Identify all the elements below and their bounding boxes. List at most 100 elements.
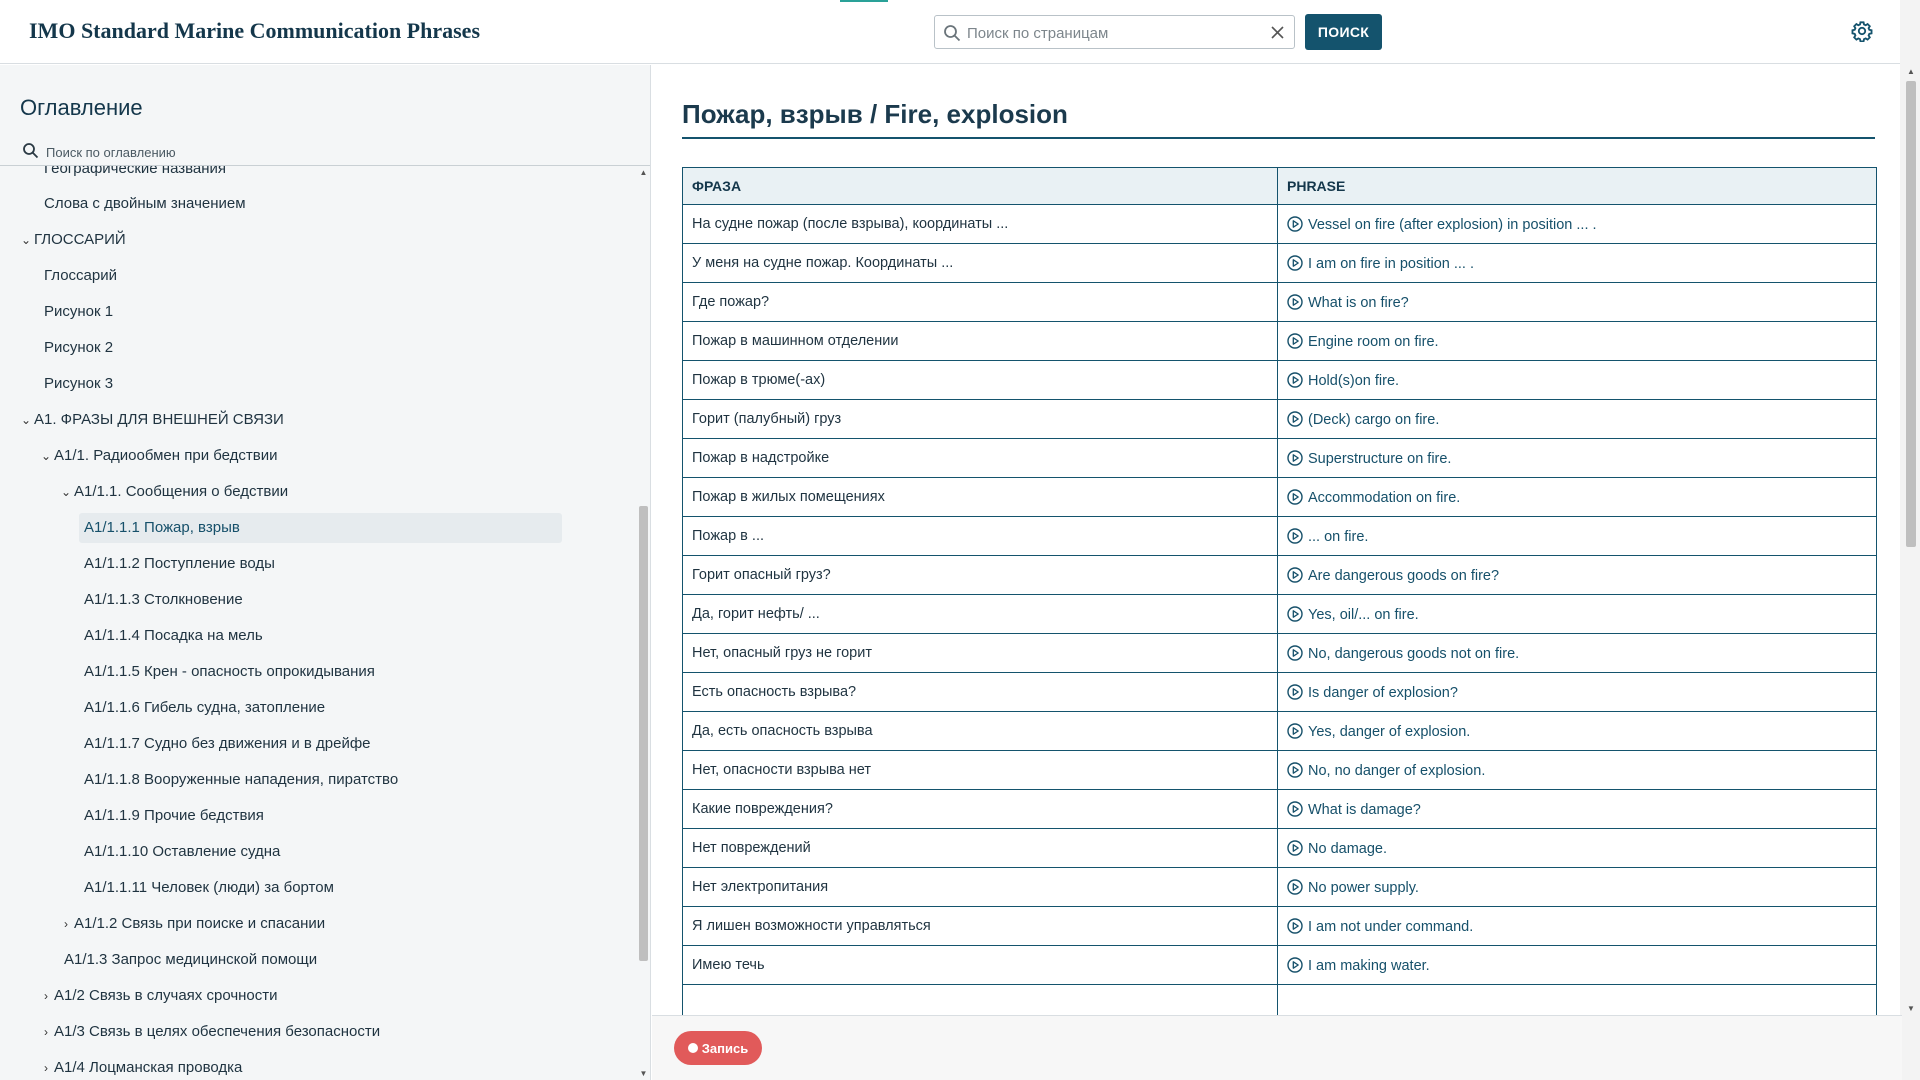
toc-item[interactable]: Рисунок 2: [44, 333, 113, 363]
toc-item[interactable]: › A1/2 Связь в случаях срочности: [38, 981, 278, 1011]
page-search-input[interactable]: [965, 20, 1259, 46]
toc-item[interactable]: A1/1.1.10 Оставление судна: [84, 837, 280, 867]
phrase-en-text: No, dangerous goods not on fire.: [1308, 645, 1520, 662]
table-row: Нет, опасный груз не горит No, dangerous …: [682, 633, 1877, 673]
play-audio-icon[interactable]: [1287, 605, 1303, 622]
play-audio-icon[interactable]: [1287, 839, 1303, 856]
phrase-en-text: Superstructure on fire.: [1308, 450, 1452, 467]
play-audio-icon[interactable]: [1287, 332, 1303, 349]
play-audio-icon[interactable]: [1287, 410, 1303, 427]
phrase-ru-cell: Нет, опасности взрыва нет: [682, 750, 1278, 790]
phrase-en-text: Is danger of explosion?: [1308, 684, 1458, 701]
toc-item[interactable]: Глоссарий: [44, 261, 117, 291]
play-audio-icon[interactable]: [1287, 917, 1303, 934]
play-audio-icon[interactable]: [1287, 683, 1303, 700]
clear-icon[interactable]: [1269, 24, 1286, 41]
phrase-en-text: Hold(s)on fire.: [1308, 372, 1400, 389]
toc-scrollbar[interactable]: ▲ ▼: [636, 166, 650, 1080]
toc-item[interactable]: A1/1.1.6 Гибель судна, затопление: [84, 693, 325, 723]
toc-item[interactable]: Слова с двойным значением: [44, 189, 246, 219]
play-audio-icon[interactable]: [1287, 761, 1303, 778]
play-audio-icon[interactable]: [1287, 254, 1303, 271]
chevron-right-icon[interactable]: ›: [38, 1017, 54, 1047]
record-button[interactable]: Запись: [674, 1031, 762, 1065]
play-audio-icon[interactable]: [1287, 800, 1303, 817]
chevron-down-icon[interactable]: ⌄: [38, 441, 54, 471]
scroll-down-icon[interactable]: ▼: [639, 1069, 648, 1078]
play-audio-icon[interactable]: [1287, 566, 1303, 583]
table-row: Пожар в машинном отделении Engine room on…: [682, 321, 1877, 361]
toc-item[interactable]: A1/1.1.5 Крен - опасность опрокидывания: [84, 657, 375, 687]
toc-search-input[interactable]: [44, 141, 608, 163]
search-button[interactable]: ПОИСК: [1305, 14, 1382, 50]
phrase-en-cell: No, no danger of explosion.: [1277, 750, 1877, 790]
gear-icon[interactable]: [1851, 20, 1873, 42]
toc-item[interactable]: A1/1.1.7 Судно без движения и в дрейфе: [84, 729, 371, 759]
toc-item-active[interactable]: A1/1.1.1 Пожар, взрыв: [79, 513, 562, 543]
toc-item[interactable]: ⌄ A1/1.1. Сообщения о бедствии: [58, 477, 288, 507]
toc-search-box[interactable]: [20, 139, 620, 163]
toc-item[interactable]: ⌄ ГЛОССАРИЙ: [18, 225, 126, 255]
toc-item-label: A1/1.1.6 Гибель судна, затопление: [84, 699, 326, 716]
phrase-en-cell: ... on fire.: [1277, 516, 1877, 556]
toc-item[interactable]: A1/1.1.9 Прочие бедствия: [84, 801, 264, 831]
toc-item-label: ГЛОССАРИЙ: [34, 231, 126, 248]
phrase-ru-cell: Я лишен возможности управляться: [682, 906, 1278, 946]
play-audio-icon[interactable]: [1287, 644, 1303, 661]
play-audio-icon[interactable]: [1287, 527, 1303, 544]
toc-item[interactable]: › A1/4 Лоцманская проводка: [38, 1053, 242, 1080]
scroll-thumb[interactable]: [1906, 81, 1916, 547]
play-audio-icon[interactable]: [1287, 956, 1303, 973]
content-scrollbar[interactable]: ▲ ▼: [1902, 65, 1920, 1015]
main-content: Пожар, взрыв / Fire, explosion ФРАЗА PHR…: [652, 65, 1900, 1015]
table-row: Да, горит нефть/ ... Yes, oil/... on fire…: [682, 594, 1877, 634]
toc-item[interactable]: A1/1.3 Запрос медицинской помощи: [64, 945, 317, 975]
toc-item[interactable]: Рисунок 1: [44, 297, 113, 327]
chevron-right-icon[interactable]: ›: [58, 909, 74, 939]
toc-item-label: A1/1.2 Связь при поиске и спасании: [74, 915, 326, 932]
toc-item-label: Рисунок 3: [44, 375, 114, 392]
record-label: Запись: [701, 1040, 749, 1056]
toc-item[interactable]: ⌄ A1. ФРАЗЫ ДЛЯ ВНЕШНЕЙ СВЯЗИ: [18, 405, 284, 435]
chevron-right-icon[interactable]: ›: [38, 981, 54, 1011]
search-icon: [23, 143, 39, 159]
phrase-ru-cell: Есть опасность взрыва?: [682, 672, 1278, 712]
toc-item[interactable]: ⌄ A1/1. Радиообмен при бедствии: [38, 441, 278, 471]
column-header-ru: ФРАЗА: [682, 167, 1278, 205]
scroll-down-icon[interactable]: ▼: [1906, 1004, 1916, 1013]
chevron-down-icon[interactable]: ⌄: [58, 477, 74, 507]
play-audio-icon[interactable]: [1287, 722, 1303, 739]
toc-item-label: A1/2 Связь в случаях срочности: [54, 987, 278, 1004]
phrase-ru-cell: Пожар в жилых помещениях: [682, 477, 1278, 517]
toc-item[interactable]: A1/1.1.2 Поступление воды: [84, 549, 275, 579]
scroll-up-icon[interactable]: ▲: [1906, 67, 1916, 76]
toc-item[interactable]: A1/1.1.3 Столкновение: [84, 585, 243, 615]
phrase-en-text: Yes, oil/... on fire.: [1308, 606, 1419, 623]
toc-item[interactable]: Рисунок 3: [44, 369, 113, 399]
chevron-right-icon[interactable]: ›: [38, 1053, 54, 1080]
phrase-en-cell: Is danger of explosion?: [1277, 672, 1877, 712]
toc-item[interactable]: › A1/1.2 Связь при поиске и спасании: [58, 909, 325, 939]
phrase-en-cell: I am on fire in position ... .: [1277, 243, 1877, 283]
play-audio-icon[interactable]: [1287, 371, 1303, 388]
chevron-down-icon[interactable]: ⌄: [18, 225, 34, 255]
table-row: Пожар в надстройке Superstructure on fire…: [682, 438, 1877, 478]
toc-item[interactable]: A1/1.1.4 Посадка на мель: [84, 621, 263, 651]
toc-item[interactable]: A1/1.1.11 Человек (люди) за бортом: [84, 873, 334, 903]
phrase-ru-cell: Горит (палубный) груз: [682, 399, 1278, 439]
table-row: Горит опасный груз? Are dangerous goods o…: [682, 555, 1877, 595]
page-search-box[interactable]: [934, 15, 1295, 49]
phrase-en-cell: Engine room on fire.: [1277, 321, 1877, 361]
phrase-en-text: Yes, danger of explosion.: [1308, 723, 1471, 740]
chevron-down-icon[interactable]: ⌄: [18, 405, 34, 435]
scroll-up-icon[interactable]: ▲: [639, 168, 648, 177]
play-audio-icon[interactable]: [1287, 878, 1303, 895]
toc-item[interactable]: Географические названия: [44, 166, 226, 184]
toc-item[interactable]: › A1/3 Связь в целях обеспечения безопасн…: [38, 1017, 380, 1047]
play-audio-icon[interactable]: [1287, 488, 1303, 505]
play-audio-icon[interactable]: [1287, 215, 1303, 232]
play-audio-icon[interactable]: [1287, 293, 1303, 310]
play-audio-icon[interactable]: [1287, 449, 1303, 466]
toc-item[interactable]: A1/1.1.8 Вооруженные нападения, пиратств…: [84, 765, 398, 795]
scroll-thumb[interactable]: [639, 506, 648, 961]
